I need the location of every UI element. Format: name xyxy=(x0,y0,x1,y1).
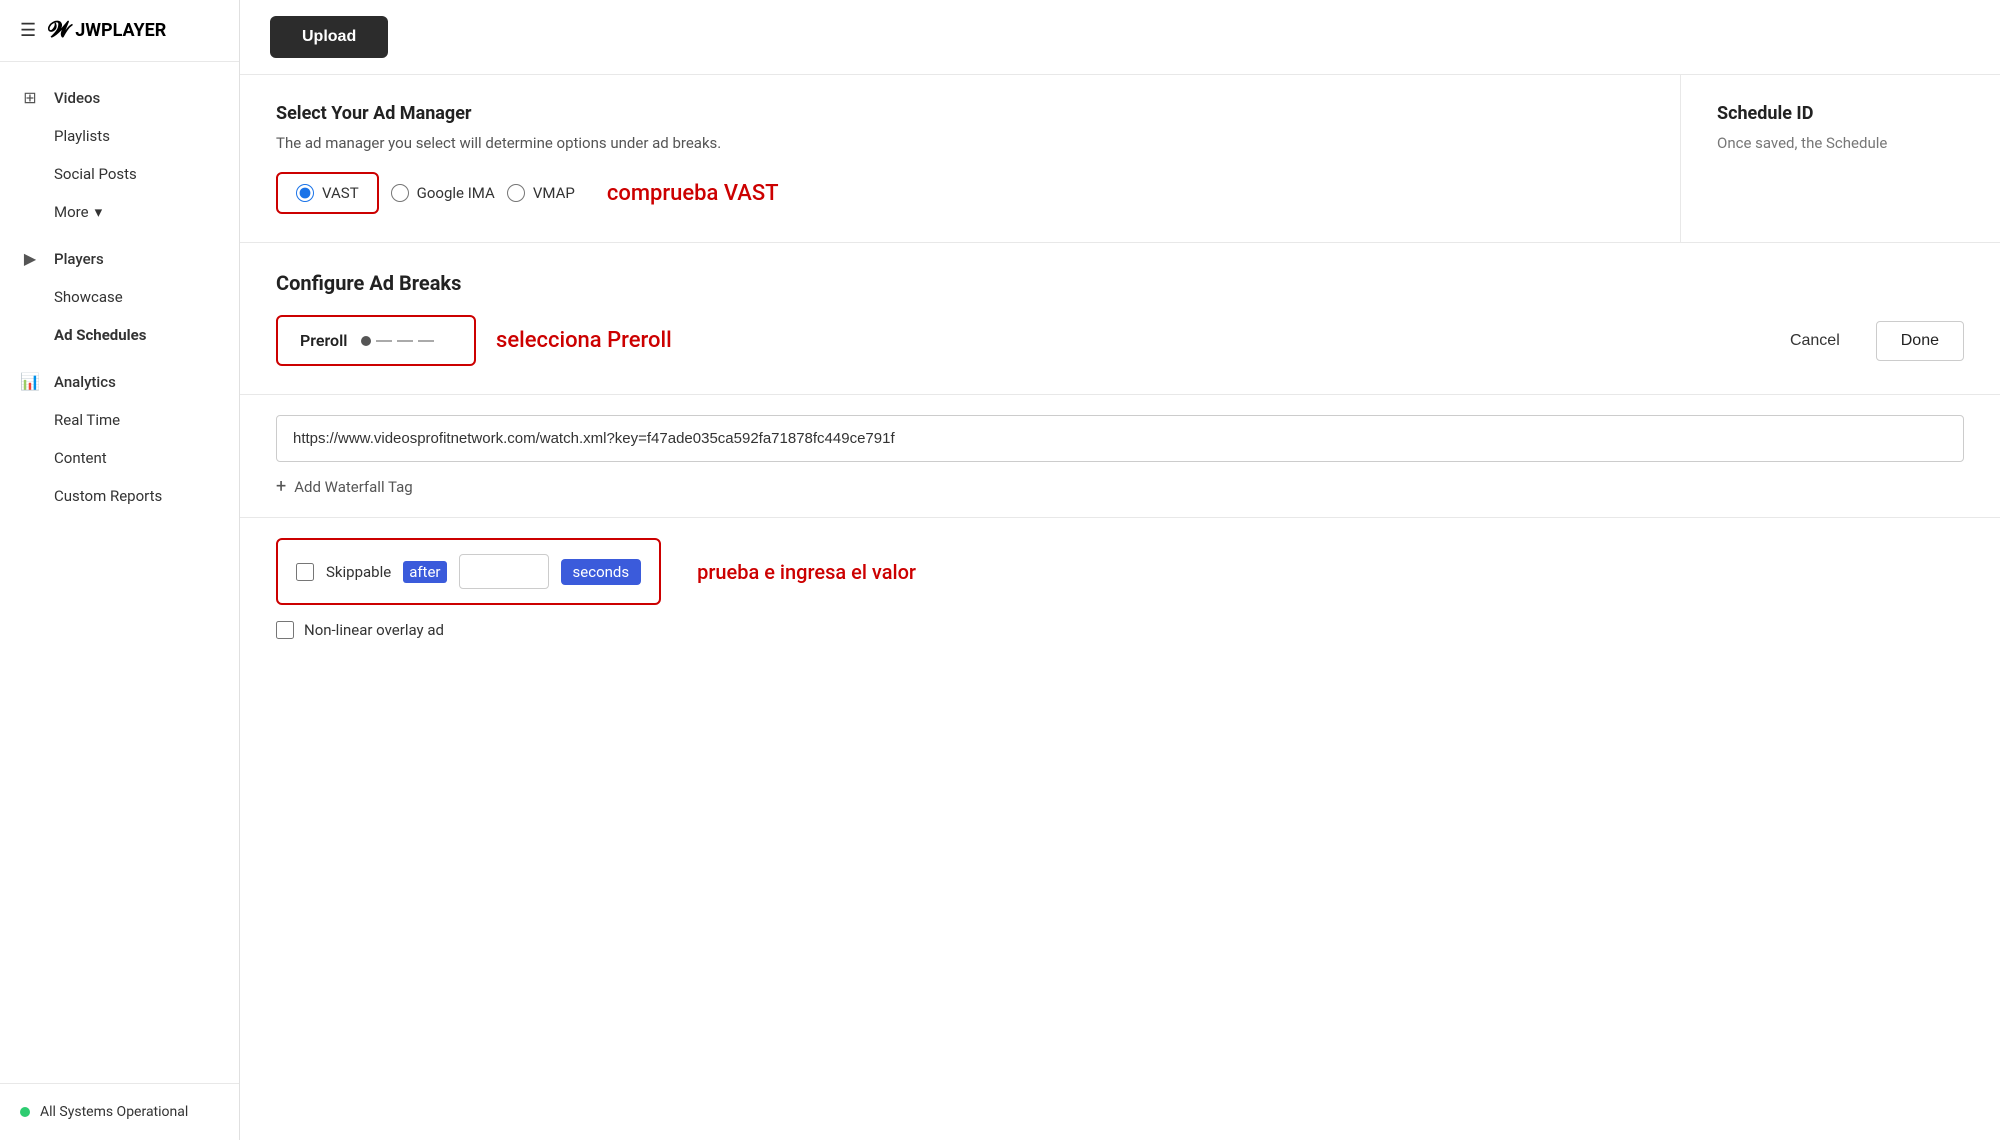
skip-seconds-input[interactable] xyxy=(459,554,549,589)
sidebar-item-playlists[interactable]: Playlists xyxy=(0,117,239,155)
sidebar-item-custom-reports[interactable]: Custom Reports xyxy=(0,477,239,515)
sidebar-item-ad-schedules[interactable]: Ad Schedules xyxy=(0,316,239,354)
radio-group: VAST Google IMA VMAP comprueba VAST xyxy=(276,172,1644,214)
real-time-label: Real Time xyxy=(54,411,120,429)
ad-manager-row: Select Your Ad Manager The ad manager yo… xyxy=(240,75,2000,243)
sidebar-item-analytics[interactable]: 📊 Analytics xyxy=(0,362,239,401)
hamburger-icon[interactable]: ☰ xyxy=(20,20,36,41)
schedule-id-desc: Once saved, the Schedule xyxy=(1717,134,1964,152)
logo: 𝓦 JWPLAYER xyxy=(48,18,166,43)
configure-title: Configure Ad Breaks xyxy=(276,271,1964,295)
status-section: All Systems Operational xyxy=(0,1083,239,1140)
sidebar-item-real-time[interactable]: Real Time xyxy=(0,401,239,439)
playlists-label: Playlists xyxy=(54,127,110,145)
google-ima-radio-input[interactable] xyxy=(391,184,409,202)
done-button[interactable]: Done xyxy=(1876,321,1964,361)
main-content: Upload Select Your Ad Manager The ad man… xyxy=(240,0,2000,1140)
dot-dash xyxy=(376,340,392,342)
waterfall-label: Add Waterfall Tag xyxy=(294,478,413,496)
grid-icon: ⊞ xyxy=(20,88,40,107)
sidebar-header: ☰ 𝓦 JWPLAYER xyxy=(0,0,239,62)
preroll-annotation: selecciona Preroll xyxy=(496,328,672,353)
after-label: after xyxy=(403,561,446,583)
sidebar-item-label: Players xyxy=(54,250,104,268)
skippable-box: Skippable after seconds xyxy=(276,538,661,605)
logo-icon: 𝓦 xyxy=(48,18,71,43)
social-posts-label: Social Posts xyxy=(54,165,137,183)
preroll-label: Preroll xyxy=(300,331,347,350)
google-ima-radio-option[interactable]: Google IMA xyxy=(391,184,495,202)
vmap-radio-option[interactable]: VMAP xyxy=(507,184,575,202)
nonlinear-row: Non-linear overlay ad xyxy=(276,621,1964,639)
sidebar-item-social-posts[interactable]: Social Posts xyxy=(0,155,239,193)
nav-group-analytics: 📊 Analytics Real Time Content Custom Rep… xyxy=(0,362,239,515)
vmap-radio-input[interactable] xyxy=(507,184,525,202)
nonlinear-label: Non-linear overlay ad xyxy=(304,621,444,639)
vast-label: VAST xyxy=(322,184,359,202)
sidebar-item-showcase[interactable]: Showcase xyxy=(0,278,239,316)
vast-annotation: comprueba VAST xyxy=(607,181,779,206)
custom-reports-label: Custom Reports xyxy=(54,487,162,505)
sidebar-item-label: Videos xyxy=(54,89,100,107)
configure-ad-breaks-section: Configure Ad Breaks Preroll selecciona P… xyxy=(240,243,2000,395)
skippable-checkbox[interactable] xyxy=(296,563,314,581)
url-section: + Add Waterfall Tag xyxy=(240,395,2000,518)
topbar: Upload xyxy=(240,0,2000,75)
status-dot xyxy=(20,1107,30,1117)
cancel-button[interactable]: Cancel xyxy=(1774,322,1856,360)
nav-group-videos: ⊞ Videos Playlists Social Posts More ▾ xyxy=(0,78,239,231)
dot-dash-2 xyxy=(397,340,413,342)
chevron-down-icon: ▾ xyxy=(95,203,103,221)
vast-radio-input[interactable] xyxy=(296,184,314,202)
showcase-label: Showcase xyxy=(54,288,123,306)
logo-text: JWPLAYER xyxy=(75,20,166,41)
ad-schedules-label: Ad Schedules xyxy=(54,326,146,344)
seconds-label: seconds xyxy=(561,559,642,585)
plus-icon: + xyxy=(276,476,286,497)
skippable-label: Skippable xyxy=(326,563,391,581)
upload-button[interactable]: Upload xyxy=(270,16,388,58)
skippable-row: Skippable after seconds prueba e ingresa… xyxy=(276,538,1964,605)
skippable-section: Skippable after seconds prueba e ingresa… xyxy=(240,518,2000,659)
vast-url-input[interactable] xyxy=(276,415,1964,462)
sidebar-item-label: Analytics xyxy=(54,373,116,391)
nav-group-players: ▶ Players Showcase Ad Schedules xyxy=(0,239,239,354)
more-label: More xyxy=(54,203,89,221)
analytics-icon: 📊 xyxy=(20,372,40,391)
skip-annotation: prueba e ingresa el valor xyxy=(697,560,916,584)
ad-manager-left: Select Your Ad Manager The ad manager yo… xyxy=(240,75,1680,242)
dot-dash-3 xyxy=(418,340,434,342)
preroll-dots xyxy=(361,336,434,346)
sidebar-navigation: ⊞ Videos Playlists Social Posts More ▾ ▶… xyxy=(0,62,239,539)
content-label: Content xyxy=(54,449,107,467)
nonlinear-checkbox[interactable] xyxy=(276,621,294,639)
vast-radio-box: VAST xyxy=(276,172,379,214)
sidebar-item-content[interactable]: Content xyxy=(0,439,239,477)
vast-radio-option[interactable]: VAST xyxy=(296,184,359,202)
schedule-id-title: Schedule ID xyxy=(1717,103,1964,124)
sidebar-item-players[interactable]: ▶ Players xyxy=(0,239,239,278)
schedule-id-section: Schedule ID Once saved, the Schedule xyxy=(1680,75,2000,242)
ad-manager-title: Select Your Ad Manager xyxy=(276,103,1644,124)
google-ima-label: Google IMA xyxy=(417,184,495,202)
play-icon: ▶ xyxy=(20,249,40,268)
preroll-box[interactable]: Preroll xyxy=(276,315,476,366)
vmap-label: VMAP xyxy=(533,184,575,202)
preroll-actions: Cancel Done xyxy=(1774,321,1964,361)
content-area: Select Your Ad Manager The ad manager yo… xyxy=(240,75,2000,1140)
sidebar: ☰ 𝓦 JWPLAYER ⊞ Videos Playlists Social P… xyxy=(0,0,240,1140)
waterfall-tag-button[interactable]: + Add Waterfall Tag xyxy=(276,476,1964,497)
dot-filled xyxy=(361,336,371,346)
status-text: All Systems Operational xyxy=(40,1104,188,1120)
ad-manager-desc: The ad manager you select will determine… xyxy=(276,134,1644,152)
sidebar-item-videos[interactable]: ⊞ Videos xyxy=(0,78,239,117)
sidebar-item-more[interactable]: More ▾ xyxy=(0,193,239,231)
preroll-row: Preroll selecciona Preroll Cancel Done xyxy=(276,315,1964,366)
